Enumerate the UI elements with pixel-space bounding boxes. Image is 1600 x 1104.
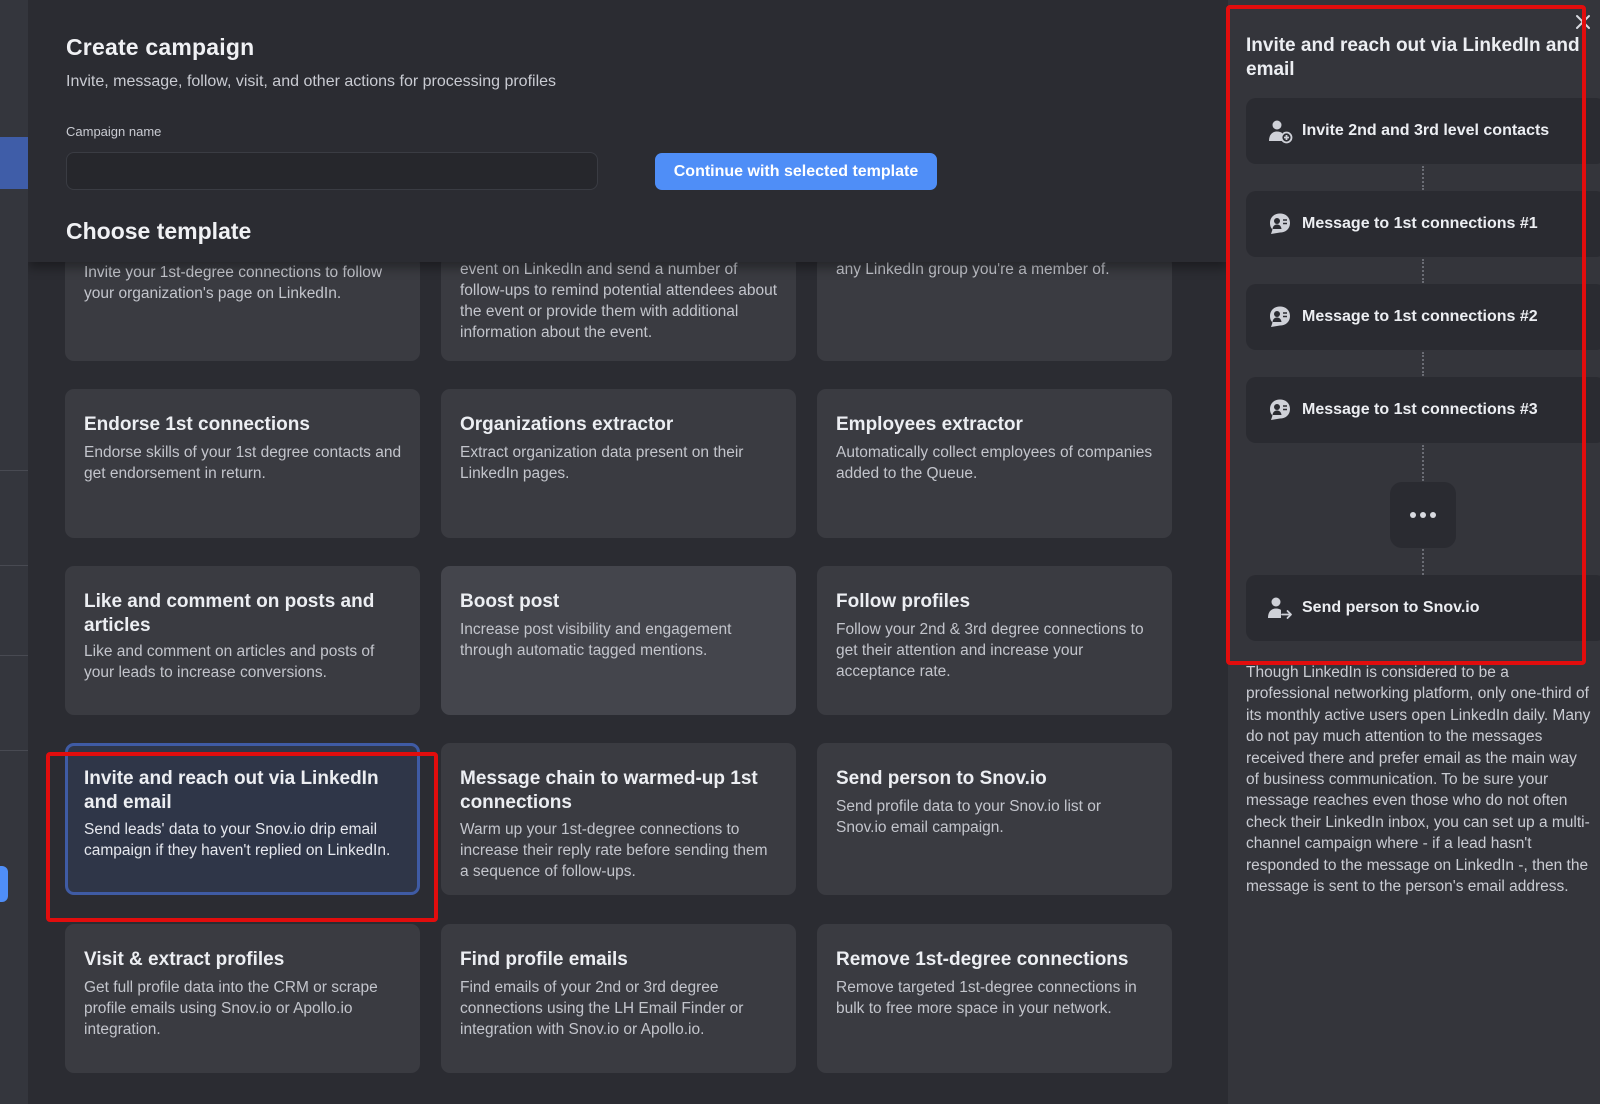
template-card[interactable]: Invite your 1st-degree connections to fo… — [65, 255, 420, 361]
template-desc: Extract organization data present on the… — [460, 444, 744, 482]
template-title: Organizations extractor — [460, 414, 674, 435]
template-desc: Warm up your 1st-degree connections to i… — [460, 821, 768, 880]
template-title: Endorse 1st connections — [84, 414, 310, 435]
template-desc: Endorse skills of your 1st degree contac… — [84, 444, 402, 482]
template-desc: Like and comment on articles and posts o… — [84, 643, 375, 681]
template-desc: Remove targeted 1st-degree connections i… — [836, 979, 1137, 1017]
template-desc: Follow your 2nd & 3rd degree connections… — [836, 621, 1144, 680]
template-card-endorse[interactable]: Endorse 1st connections Endorse skills o… — [65, 389, 420, 538]
template-title: Employees extractor — [836, 414, 1023, 435]
template-desc: Send profile data to your Snov.io list o… — [836, 798, 1102, 836]
page-title: Create campaign — [66, 34, 255, 60]
continue-with-template-button[interactable]: Continue with selected template — [655, 153, 937, 190]
create-campaign-modal: Invite your 1st-degree connections to fo… — [28, 0, 1228, 1104]
template-desc: event on LinkedIn and send a number of f… — [460, 261, 778, 341]
template-card[interactable]: any LinkedIn group you're a member of. — [817, 255, 1172, 361]
campaign-name-label: Campaign name — [66, 124, 162, 139]
template-title: Remove 1st-degree connections — [836, 949, 1129, 970]
template-card-visit-extract[interactable]: Visit & extract profiles Get full profil… — [65, 924, 420, 1073]
page-subtitle: Invite, message, follow, visit, and othe… — [66, 73, 557, 90]
campaign-name-input[interactable] — [66, 152, 598, 190]
template-desc: Get full profile data into the CRM or sc… — [84, 979, 378, 1038]
template-title: Boost post — [460, 591, 560, 612]
template-title: Follow profiles — [836, 591, 971, 612]
choose-template-heading: Choose template — [66, 218, 252, 244]
template-title: Message chain to warmed-up 1st connectio… — [460, 768, 758, 813]
template-card-send-to-snovio[interactable]: Send person to Snov.io Send profile data… — [817, 743, 1172, 895]
template-card-message-chain[interactable]: Message chain to warmed-up 1st connectio… — [441, 743, 796, 895]
template-title: Find profile emails — [460, 949, 628, 970]
template-title: Like and comment on posts and articles — [84, 591, 375, 636]
template-title: Send person to Snov.io — [836, 768, 1047, 789]
template-desc: Automatically collect employees of compa… — [836, 444, 1153, 482]
template-title: Visit & extract profiles — [84, 949, 285, 970]
template-desc: Increase post visibility and engagement … — [460, 621, 732, 659]
background-button — [0, 866, 8, 902]
template-desc: Invite your 1st-degree connections to fo… — [84, 264, 383, 302]
template-description: Though LinkedIn is considered to be a pr… — [1246, 664, 1591, 896]
modal-header: Create campaign Invite, message, follow,… — [28, 0, 1228, 262]
background-divider — [0, 655, 28, 656]
selection-annotation-box — [46, 752, 438, 922]
background-divider — [0, 565, 28, 566]
template-card-boost-post[interactable]: Boost post Increase post visibility and … — [441, 566, 796, 715]
template-card-find-emails[interactable]: Find profile emails Find emails of your … — [441, 924, 796, 1073]
template-card-employees-extractor[interactable]: Employees extractor Automatically collec… — [817, 389, 1172, 538]
background-app-sidebar — [0, 0, 28, 1104]
panel-annotation-box — [1226, 5, 1586, 665]
background-divider — [0, 750, 28, 751]
background-divider — [0, 470, 28, 471]
template-card[interactable]: event on LinkedIn and send a number of f… — [441, 255, 796, 361]
template-card-like-comment[interactable]: Like and comment on posts and articles L… — [65, 566, 420, 715]
template-desc: Find emails of your 2nd or 3rd degree co… — [460, 979, 744, 1038]
background-active-item — [0, 137, 28, 189]
template-card-follow-profiles[interactable]: Follow profiles Follow your 2nd & 3rd de… — [817, 566, 1172, 715]
template-card-organizations-extractor[interactable]: Organizations extractor Extract organiza… — [441, 389, 796, 538]
template-card-remove-connections[interactable]: Remove 1st-degree connections Remove tar… — [817, 924, 1172, 1073]
